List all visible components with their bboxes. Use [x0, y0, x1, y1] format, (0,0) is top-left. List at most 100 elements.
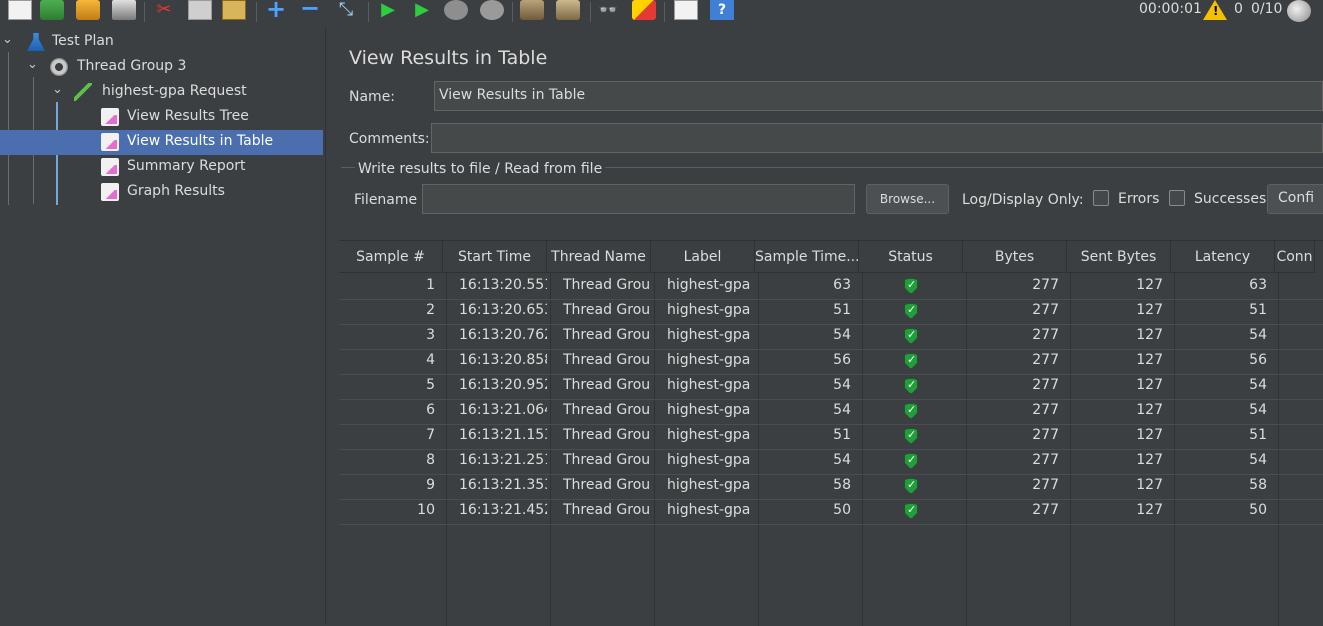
- chevron-down-icon[interactable]: ⌄: [27, 57, 38, 72]
- reset-search-icon[interactable]: [632, 0, 656, 20]
- cell-start-time: 16:13:20.762: [459, 327, 547, 343]
- new-icon[interactable]: [8, 0, 32, 20]
- copy-icon[interactable]: [188, 0, 212, 20]
- filename-field[interactable]: [422, 184, 855, 214]
- clear-all-icon[interactable]: [556, 0, 580, 20]
- successes-checkbox[interactable]: [1169, 190, 1185, 206]
- configure-button[interactable]: Confi: [1267, 184, 1323, 214]
- cell-latency: 54: [1249, 377, 1267, 393]
- successes-label: Successes: [1194, 191, 1267, 207]
- column-header-start-time[interactable]: Start Time: [443, 241, 547, 273]
- cell-sample-time: 51: [833, 302, 851, 318]
- table-row[interactable]: 6 16:13:21.064 Thread Grou... highest-gpa .…: [339, 399, 1323, 424]
- column-header-sample-number[interactable]: Sample #: [339, 241, 443, 273]
- tree-item-view-results-tree[interactable]: View Results Tree: [0, 105, 323, 130]
- chevron-down-icon[interactable]: ⌄: [52, 82, 63, 97]
- tree-item-graph-results[interactable]: Graph Results: [0, 180, 323, 205]
- chevron-down-icon[interactable]: ⌄: [2, 32, 13, 47]
- expand-icon[interactable]: +: [264, 0, 288, 21]
- cell-latency: 51: [1249, 302, 1267, 318]
- cell-sent-bytes: 127: [1136, 427, 1163, 443]
- file-group-title: Write results to file / Read from file: [355, 161, 606, 177]
- start-icon[interactable]: ▶: [376, 0, 400, 20]
- cell-sample-time: 58: [833, 477, 851, 493]
- function-helper-icon[interactable]: [674, 0, 698, 20]
- shutdown-icon[interactable]: [480, 0, 504, 20]
- toggle-icon[interactable]: ⤡: [334, 0, 358, 20]
- column-header-thread-name[interactable]: Thread Name: [547, 241, 651, 273]
- cell-start-time: 16:13:21.064: [459, 402, 547, 418]
- cell-label: highest-gpa ...: [667, 477, 755, 493]
- cell-start-time: 16:13:20.858: [459, 352, 547, 368]
- test-plan-tree: ⌄ Test Plan ⌄ Thread Group 3 ⌄ highest-g…: [0, 28, 325, 625]
- cell-sample-number: 7: [426, 427, 435, 443]
- column-header-latency[interactable]: Latency: [1171, 241, 1275, 273]
- table-row[interactable]: 10 16:13:21.452 Thread Grou... highest-gpa …: [339, 499, 1323, 524]
- browse-button[interactable]: Browse...: [866, 184, 949, 214]
- split-pane-divider[interactable]: [325, 28, 335, 625]
- column-header-connect-time[interactable]: Conn: [1275, 241, 1315, 273]
- cut-icon[interactable]: ✂: [152, 0, 176, 20]
- start-no-pause-icon[interactable]: ▶: [410, 0, 434, 20]
- cell-latency: 50: [1249, 502, 1267, 518]
- tree-item-label: Graph Results: [127, 183, 225, 199]
- cell-sample-number: 4: [426, 352, 435, 368]
- paste-icon[interactable]: [222, 0, 246, 20]
- cell-label: highest-gpa ...: [667, 302, 755, 318]
- help-icon[interactable]: ?: [710, 0, 734, 20]
- column-header-status[interactable]: Status: [859, 241, 963, 273]
- success-shield-icon: [904, 453, 918, 469]
- errors-checkbox[interactable]: [1093, 190, 1109, 206]
- table-row[interactable]: 9 16:13:21.353 Thread Grou... highest-gpa .…: [339, 474, 1323, 499]
- stop-icon[interactable]: [444, 0, 468, 20]
- table-row[interactable]: 1 16:13:20.551 Thread Grou... highest-gpa .…: [339, 274, 1323, 299]
- templates-icon[interactable]: [40, 0, 64, 20]
- tree-item-view-results-table[interactable]: View Results in Table: [0, 130, 323, 155]
- column-header-bytes[interactable]: Bytes: [963, 241, 1067, 273]
- tree-item-label: Summary Report: [127, 158, 246, 174]
- cell-sample-time: 54: [833, 327, 851, 343]
- cell-sample-number: 9: [426, 477, 435, 493]
- search-icon[interactable]: 👓: [596, 0, 620, 20]
- cell-latency: 54: [1249, 327, 1267, 343]
- cell-sample-number: 1: [426, 277, 435, 293]
- cell-bytes: 277: [1032, 377, 1059, 393]
- results-panel: View Results in Table Name: View Results…: [335, 28, 1323, 626]
- table-row[interactable]: 7 16:13:21.153 Thread Grou... highest-gpa .…: [339, 424, 1323, 449]
- table-row[interactable]: 3 16:13:20.762 Thread Grou... highest-gpa .…: [339, 324, 1323, 349]
- success-shield-icon: [904, 428, 918, 444]
- cell-sent-bytes: 127: [1136, 402, 1163, 418]
- tree-item-thread-group[interactable]: ⌄ Thread Group 3: [0, 55, 323, 80]
- tree-item-test-plan[interactable]: ⌄ Test Plan: [0, 30, 323, 55]
- collapse-icon[interactable]: −: [298, 0, 322, 20]
- success-shield-icon: [904, 478, 918, 494]
- tree-item-summary-report[interactable]: Summary Report: [0, 155, 323, 180]
- cell-thread-name: Thread Grou...: [563, 427, 651, 443]
- listener-icon: [101, 133, 119, 151]
- http-sampler-icon: [74, 83, 92, 101]
- column-header-sent-bytes[interactable]: Sent Bytes: [1067, 241, 1171, 273]
- elapsed-timer: 00:00:01: [1139, 1, 1202, 17]
- open-icon[interactable]: [76, 0, 100, 20]
- name-field[interactable]: View Results in Table: [434, 81, 1323, 111]
- success-shield-icon: [904, 378, 918, 394]
- cell-label: highest-gpa ...: [667, 452, 755, 468]
- clear-icon[interactable]: [520, 0, 544, 20]
- column-header-label[interactable]: Label: [651, 241, 755, 273]
- table-row[interactable]: 2 16:13:20.653 Thread Grou... highest-gpa .…: [339, 299, 1323, 324]
- cell-label: highest-gpa ...: [667, 277, 755, 293]
- toolbar-separator: [144, 2, 145, 22]
- cell-sample-time: 56: [833, 352, 851, 368]
- tree-item-http-request[interactable]: ⌄ highest-gpa Request: [0, 80, 323, 105]
- column-header-sample-time[interactable]: Sample Time...: [755, 241, 859, 273]
- table-row[interactable]: 5 16:13:20.952 Thread Grou... highest-gpa .…: [339, 374, 1323, 399]
- remote-globe-icon[interactable]: [1287, 0, 1311, 22]
- comments-field[interactable]: [431, 123, 1323, 153]
- table-row[interactable]: 8 16:13:21.251 Thread Grou... highest-gpa .…: [339, 449, 1323, 474]
- cell-sent-bytes: 127: [1136, 502, 1163, 518]
- table-row[interactable]: 4 16:13:20.858 Thread Grou... highest-gpa .…: [339, 349, 1323, 374]
- cell-bytes: 277: [1032, 452, 1059, 468]
- save-icon[interactable]: [112, 0, 136, 20]
- cell-thread-name: Thread Grou...: [563, 327, 651, 343]
- cell-label: highest-gpa ...: [667, 427, 755, 443]
